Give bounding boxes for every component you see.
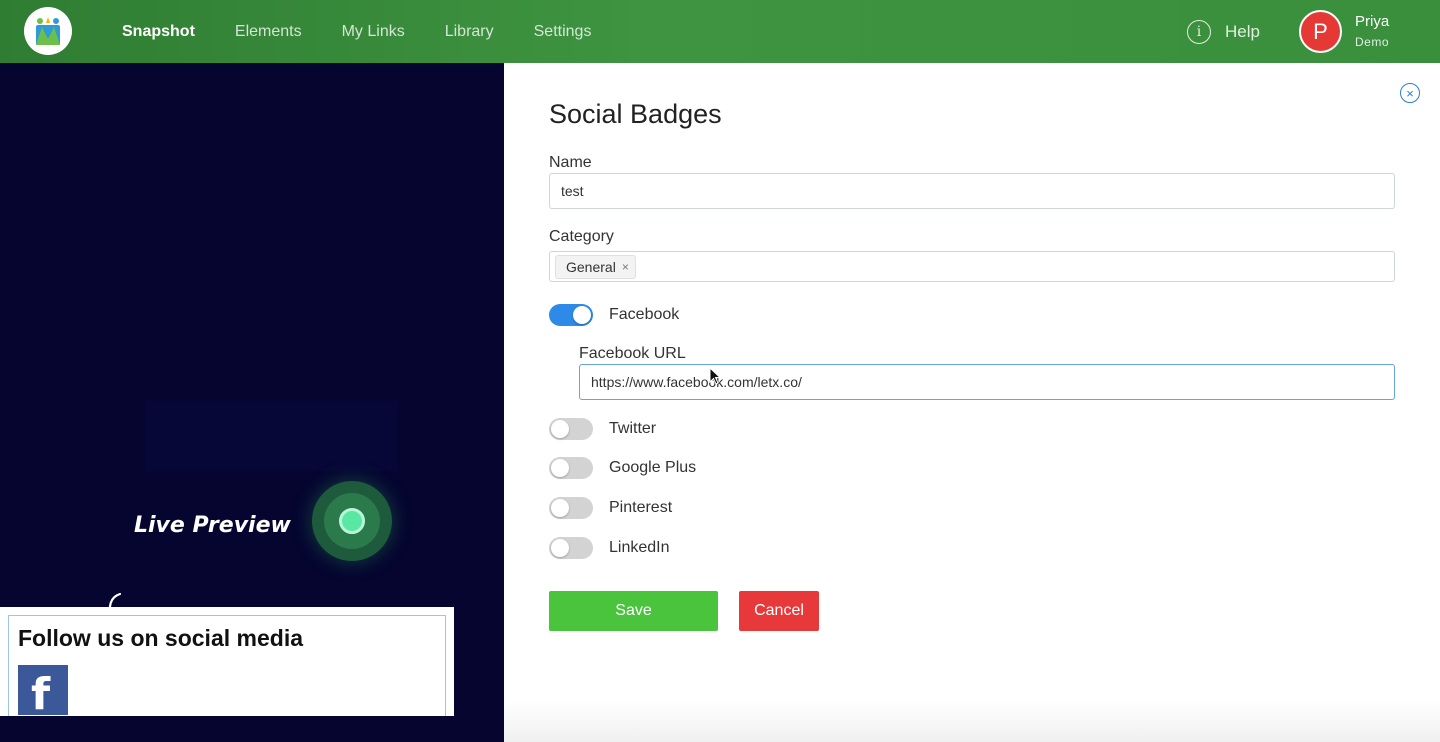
panel-bottom-shade (504, 700, 1440, 742)
user-role: Demo (1355, 35, 1390, 49)
linkedin-toggle[interactable] (549, 537, 593, 559)
backdrop-ghost-box (145, 401, 397, 471)
user-name[interactable]: Priya (1355, 13, 1389, 30)
nav-item-library[interactable]: Library (445, 23, 494, 41)
facebook-badge-letter: f (31, 669, 51, 720)
help-link[interactable]: i Help (1187, 20, 1260, 44)
google-plus-toggle[interactable] (549, 457, 593, 479)
avatar[interactable]: P (1299, 10, 1342, 53)
facebook-url-label: Facebook URL (579, 345, 686, 362)
facebook-url-field[interactable]: https://www.facebook.com/letx.co/ (579, 364, 1395, 400)
pinterest-toggle[interactable] (549, 497, 593, 519)
app-logo-icon[interactable] (24, 7, 72, 55)
social-badges-panel: × Social Badges Name test Category Gener… (504, 63, 1440, 742)
name-label: Name (549, 154, 592, 171)
twitter-toggle[interactable] (549, 418, 593, 440)
cancel-button[interactable]: Cancel (739, 591, 819, 631)
facebook-toggle[interactable] (549, 304, 593, 326)
toggle-knob (551, 459, 569, 477)
facebook-badge-icon[interactable]: f (18, 665, 68, 720)
toggle-row-twitter: Twitter (549, 418, 656, 440)
live-preview-label: Live Preview (134, 513, 291, 538)
live-pulse-dot (339, 508, 365, 534)
preview-title: Follow us on social media (18, 625, 303, 651)
tag-remove-icon[interactable]: × (622, 260, 629, 274)
google-plus-toggle-label: Google Plus (609, 459, 697, 476)
toggle-knob (573, 306, 591, 324)
help-label: Help (1225, 22, 1260, 41)
name-field[interactable]: test (549, 173, 1395, 209)
facebook-toggle-label: Facebook (609, 306, 680, 323)
live-preview-pane: Follow us on social media f (0, 607, 454, 720)
page-title: Social Badges (549, 99, 722, 129)
live-pulse-ring (324, 493, 380, 549)
info-circle-icon: i (1187, 20, 1211, 44)
category-field[interactable]: General × (549, 251, 1395, 282)
toggle-row-linkedin: LinkedIn (549, 537, 670, 559)
pinterest-toggle-label: Pinterest (609, 499, 673, 516)
nav-item-elements[interactable]: Elements (235, 23, 302, 41)
linkedin-toggle-label: LinkedIn (609, 539, 670, 556)
toggle-knob (551, 499, 569, 517)
category-label: Category (549, 228, 614, 245)
nav-item-settings[interactable]: Settings (534, 23, 592, 41)
save-button[interactable]: Save (549, 591, 718, 631)
category-tag-label: General (566, 259, 616, 275)
toggle-knob (551, 539, 569, 557)
twitter-toggle-label: Twitter (609, 420, 657, 437)
toggle-knob (551, 420, 569, 438)
mouse-cursor-icon (709, 367, 722, 385)
close-icon[interactable]: × (1400, 83, 1420, 103)
nav-item-my-links[interactable]: My Links (342, 23, 405, 41)
live-pulse-icon[interactable] (312, 481, 392, 561)
toggle-row-google-plus: Google Plus (549, 457, 696, 479)
toggle-row-facebook: Facebook (549, 304, 679, 326)
nav-item-snapshot[interactable]: Snapshot (122, 23, 195, 41)
preview-widget: Follow us on social media f (8, 615, 446, 720)
top-navbar: Snapshot Elements My Links Library Setti… (0, 0, 1440, 63)
toggle-row-pinterest: Pinterest (549, 497, 672, 519)
main-nav: Snapshot Elements My Links Library Setti… (122, 0, 631, 63)
category-tag: General × (555, 255, 636, 279)
